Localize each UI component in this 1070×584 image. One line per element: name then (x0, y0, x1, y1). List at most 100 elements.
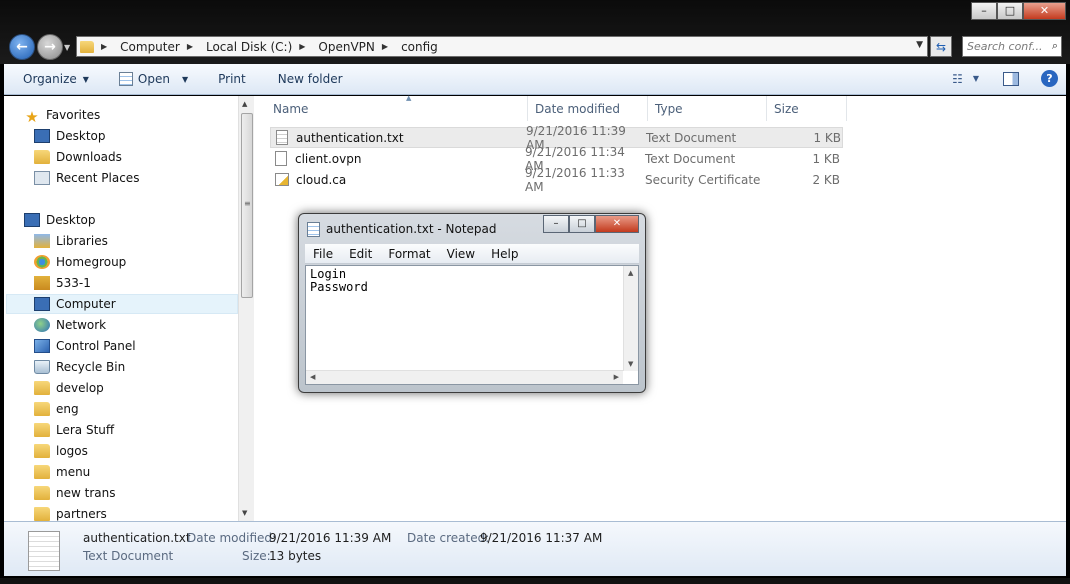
nav-partners[interactable]: partners (34, 504, 241, 521)
grip-icon: ≡ (244, 199, 251, 208)
scroll-thumb[interactable]: ≡ (241, 113, 253, 298)
nav-lera-stuff[interactable]: Lera Stuff (34, 420, 241, 440)
column-headers: ▲ Name Date modified Type Size (266, 94, 847, 121)
notepad-window[interactable]: authentication.txt - Notepad – □ ✕ File … (298, 213, 646, 393)
back-button[interactable]: ← (9, 34, 35, 60)
notepad-text-area[interactable]: Login Password ▲ ▼ ◀ ▶ (305, 265, 639, 385)
nav-libraries[interactable]: Libraries (34, 231, 241, 251)
explorer-title-bar: – □ ✕ ← → ▼ ▶ Computer ▶ Local Disk (C:) ▶… (0, 0, 1070, 64)
notepad-close-button[interactable]: ✕ (595, 215, 639, 233)
refresh-icon: ⇆ (935, 39, 947, 54)
address-bar[interactable]: ▶ Computer ▶ Local Disk (C:) ▶ OpenVPN ▶ co… (76, 36, 928, 57)
menu-view[interactable]: View (439, 247, 483, 261)
refresh-button[interactable]: ⇆ (930, 36, 952, 57)
notepad-vertical-scrollbar[interactable]: ▲ ▼ (623, 266, 638, 371)
network-icon (34, 318, 50, 332)
user-folder-icon (34, 276, 50, 290)
notepad-minimize-button[interactable]: – (543, 215, 569, 233)
breadcrumb-openvpn[interactable]: OpenVPN ▶ (318, 40, 395, 54)
menu-help[interactable]: Help (483, 247, 526, 261)
nav-label: Network (56, 318, 107, 332)
nav-computer[interactable]: Computer (6, 294, 238, 314)
nav-homegroup[interactable]: Homegroup (34, 252, 241, 272)
details-size-label: Size: (242, 549, 271, 563)
chevron-right-icon: ▶ (381, 42, 389, 51)
homegroup-icon (34, 255, 50, 269)
notepad-text: Login Password (310, 268, 368, 294)
nav-recycle-bin[interactable]: Recycle Bin (34, 357, 241, 377)
details-date-modified: 9/21/2016 11:39 AM (269, 531, 392, 545)
file-type: Text Document (646, 130, 737, 145)
folder-icon (80, 40, 94, 53)
breadcrumb-computer[interactable]: Computer ▶ (120, 40, 200, 54)
view-dropdown-icon[interactable]: ▼ (973, 74, 979, 83)
nav-logos[interactable]: logos (34, 441, 241, 461)
file-name-cell: client.ovpn (270, 151, 525, 166)
star-icon: ★ (25, 108, 39, 126)
nav-favorites[interactable]: ★ Favorites (24, 105, 241, 126)
nav-533-1[interactable]: 533-1 (34, 273, 241, 293)
scroll-down-icon[interactable]: ▼ (628, 360, 633, 368)
scroll-up-icon[interactable]: ▲ (242, 100, 247, 108)
scroll-up-icon[interactable]: ▲ (628, 269, 633, 277)
nav-label: Recent Places (56, 171, 140, 185)
search-input[interactable]: Search conf... ⌕ (962, 36, 1062, 57)
nav-downloads[interactable]: Downloads (34, 147, 241, 167)
nav-label: Libraries (56, 234, 108, 248)
nav-label: Control Panel (56, 339, 136, 353)
breadcrumb-local-disk[interactable]: Local Disk (C:) ▶ (206, 40, 312, 54)
column-header-size[interactable]: Size (767, 96, 847, 121)
recent-pages-dropdown[interactable]: ▼ (64, 43, 70, 52)
organize-button[interactable]: Organize ▼ (4, 72, 99, 86)
forward-button[interactable]: → (37, 34, 63, 60)
notepad-maximize-button[interactable]: □ (569, 215, 595, 233)
column-header-date-modified[interactable]: Date modified (528, 96, 648, 121)
nav-label: 533-1 (56, 276, 91, 290)
arrow-right-icon: → (44, 39, 56, 55)
menu-edit[interactable]: Edit (341, 247, 380, 261)
breadcrumb-label: Local Disk (C:) (205, 39, 293, 54)
nav-develop[interactable]: develop (34, 378, 241, 398)
notepad-title: authentication.txt - Notepad (326, 222, 497, 236)
nav-fav-desktop[interactable]: Desktop (34, 126, 241, 146)
breadcrumb-root-chevron[interactable]: ▶ (98, 42, 114, 51)
chevron-right-icon: ▶ (101, 42, 108, 51)
new-folder-button[interactable]: New folder (256, 72, 353, 86)
nav-label: Computer (56, 297, 116, 311)
scroll-down-icon[interactable]: ▼ (242, 509, 247, 517)
notepad-horizontal-scrollbar[interactable]: ◀ ▶ (306, 370, 623, 384)
close-button[interactable]: ✕ (1023, 2, 1066, 20)
nav-network[interactable]: Network (34, 315, 241, 335)
nav-desktop[interactable]: Desktop (24, 210, 241, 230)
search-icon[interactable]: ⌕ (1052, 39, 1058, 53)
file-size: 1 KB (813, 130, 841, 145)
address-dropdown-icon[interactable]: ▼ (916, 40, 923, 50)
scroll-right-icon[interactable]: ▶ (614, 373, 619, 381)
sort-ascending-icon: ▲ (406, 94, 412, 102)
nav-control-panel[interactable]: Control Panel (34, 336, 241, 356)
recent-places-icon (34, 171, 50, 185)
nav-eng[interactable]: eng (34, 399, 241, 419)
command-bar: Organize ▼ Open ▼ Print New folder ☷ ▼ ? (4, 64, 1066, 95)
open-label: Open (137, 72, 170, 86)
menu-file[interactable]: File (305, 247, 341, 261)
window-bottom-edge (0, 578, 1070, 584)
column-header-type[interactable]: Type (648, 96, 767, 121)
help-icon[interactable]: ? (1041, 70, 1058, 87)
file-row[interactable]: cloud.ca 9/21/2016 11:33 AM Security Cer… (270, 166, 843, 194)
change-view-icon[interactable]: ☷ (952, 72, 963, 86)
open-button[interactable]: Open ▼ (99, 72, 198, 86)
nav-new-trans[interactable]: new trans (34, 483, 241, 503)
column-header-name[interactable]: Name (266, 96, 528, 121)
menu-format[interactable]: Format (380, 247, 438, 261)
scroll-left-icon[interactable]: ◀ (310, 373, 315, 381)
nav-recent-places[interactable]: Recent Places (34, 168, 241, 188)
minimize-button[interactable]: – (971, 2, 997, 20)
navigation-scrollbar[interactable]: ▲ ≡ ▼ (238, 96, 254, 521)
maximize-button[interactable]: □ (997, 2, 1023, 20)
breadcrumb-config[interactable]: config (401, 40, 438, 54)
preview-pane-icon[interactable] (1003, 71, 1019, 86)
print-button[interactable]: Print (198, 72, 256, 86)
nav-menu[interactable]: menu (34, 462, 241, 482)
libraries-icon (34, 234, 50, 248)
